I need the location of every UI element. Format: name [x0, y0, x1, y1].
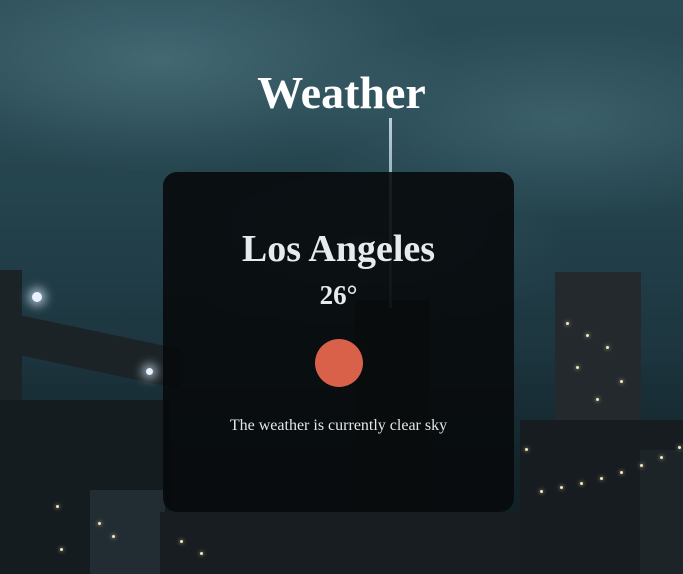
building	[640, 450, 683, 574]
window-light	[596, 398, 599, 401]
bridge-light	[600, 477, 603, 480]
bridge-light	[678, 446, 681, 449]
window-light	[525, 448, 528, 451]
window-light	[576, 366, 579, 369]
window-light	[180, 540, 183, 543]
city-name: Los Angeles	[241, 228, 436, 270]
building	[160, 512, 520, 574]
temperature: 26°	[319, 280, 358, 310]
bridge-light	[560, 486, 563, 489]
bridge-deck	[0, 310, 180, 390]
window-light	[200, 552, 203, 555]
window-light	[60, 548, 63, 551]
sun-icon	[315, 339, 363, 387]
weather-description: The weather is currently clear sky	[229, 417, 448, 434]
bridge-light	[620, 471, 623, 474]
window-light	[606, 346, 609, 349]
bridge-light	[640, 464, 643, 467]
window-light	[98, 522, 101, 525]
bridge-light	[540, 490, 543, 493]
window-light	[586, 334, 589, 337]
window-light	[56, 505, 59, 508]
window-light	[620, 380, 623, 383]
page-title: Weather	[257, 67, 426, 118]
building	[90, 490, 165, 574]
weather-card: Los Angeles 26° The weather is currently…	[163, 172, 514, 512]
light-glow	[146, 368, 153, 375]
window-light	[112, 535, 115, 538]
bridge-light	[660, 456, 663, 459]
bridge-light	[580, 482, 583, 485]
window-light	[566, 322, 569, 325]
light-glow	[32, 292, 42, 302]
